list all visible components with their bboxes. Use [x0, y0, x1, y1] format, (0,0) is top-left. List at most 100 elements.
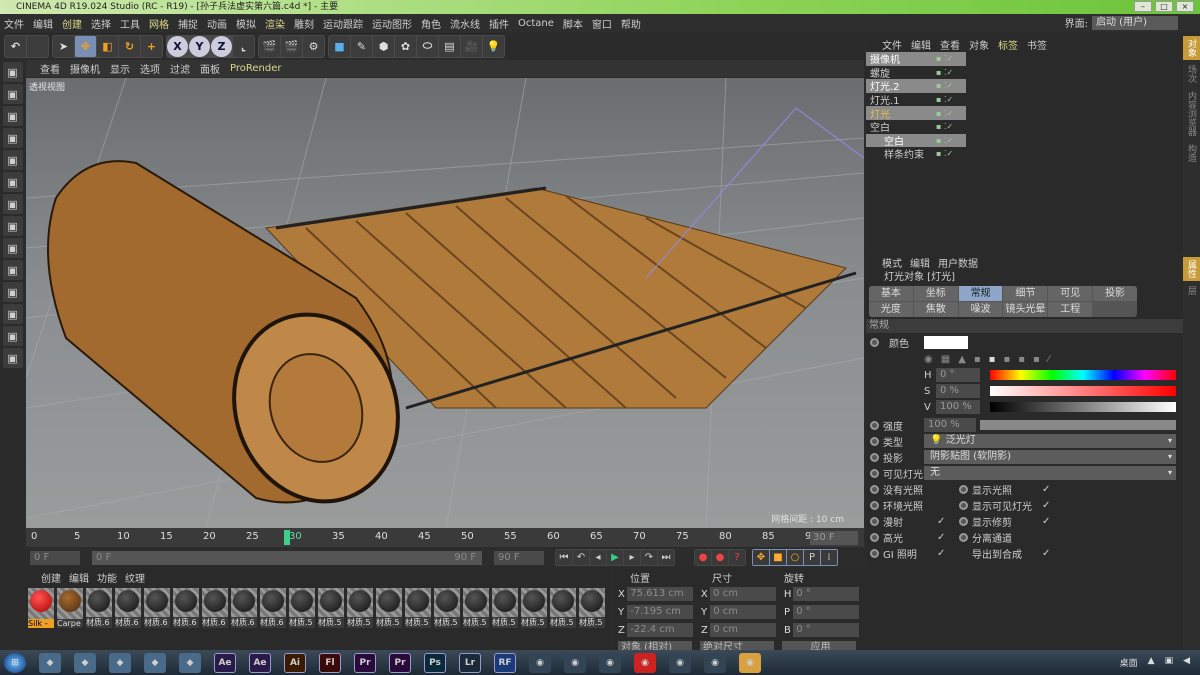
flag-anim-radio[interactable] — [870, 548, 879, 558]
menu-item[interactable]: 模拟 — [236, 16, 256, 31]
taskbar-app-pr[interactable]: Pr — [354, 652, 376, 673]
viewport-menu-item[interactable]: ProRender — [230, 63, 281, 74]
color-swatch[interactable] — [924, 335, 968, 349]
flag-checkbox[interactable]: ✓ — [937, 532, 955, 543]
rotation-field[interactable]: 0 ° — [793, 623, 859, 637]
flag-checkbox[interactable]: ✓ — [937, 548, 955, 559]
material-swatch[interactable]: 材质.5 — [550, 588, 576, 628]
hsv-icon[interactable]: ▪ — [989, 354, 996, 365]
size-field[interactable]: 0 cm — [710, 587, 776, 601]
viewport-menu-item[interactable]: 过滤 — [170, 61, 190, 76]
material-menu-item[interactable]: 纹理 — [125, 570, 145, 585]
rotation-field[interactable]: 0 ° — [793, 605, 859, 619]
desktop-label[interactable]: 桌面 — [1120, 656, 1138, 669]
next-key-icon[interactable]: ↷ — [641, 550, 657, 565]
material-swatch[interactable]: 材质.5 — [318, 588, 344, 628]
flag-checkbox[interactable]: ✓ — [1042, 516, 1050, 527]
menu-item[interactable]: 网格 — [149, 16, 169, 31]
object-menu-item[interactable]: 文件 — [882, 37, 902, 52]
material-menu-item[interactable]: 功能 — [97, 570, 117, 585]
visibility-toggle-icon[interactable]: ▪ ⁚✓ — [936, 136, 966, 145]
attribute-tab[interactable]: 细节 — [1003, 286, 1048, 301]
attribute-menu-item[interactable]: 用户数据 — [938, 255, 978, 270]
object-menu-item[interactable]: 书签 — [1027, 37, 1047, 52]
range-slider[interactable]: 0 F 90 F — [92, 551, 482, 565]
add-icon[interactable]: + — [141, 35, 162, 57]
paint-icon[interactable]: ▣ — [2, 282, 23, 302]
intensity-slider[interactable] — [980, 420, 1176, 430]
position-field[interactable]: -7.195 cm — [627, 605, 693, 619]
object-row[interactable]: 样条约束 ▪ ⁚✓ — [866, 147, 966, 161]
key-scale-icon[interactable]: ■ — [770, 550, 786, 565]
undo-icon[interactable]: ↶ — [5, 35, 26, 57]
side-tab[interactable]: 内容浏览器 — [1183, 88, 1200, 139]
visibility-toggle-icon[interactable]: ▪ ⁚✓ — [936, 68, 966, 77]
render-view-icon[interactable]: 🎬 — [259, 35, 280, 57]
cloner-icon[interactable]: ✿ — [395, 35, 416, 57]
viewport-menu-item[interactable]: 选项 — [140, 61, 160, 76]
mixer-icon[interactable]: ▪ — [1018, 354, 1025, 365]
menu-item[interactable]: 编辑 — [33, 16, 53, 31]
color-anim-radio[interactable] — [870, 337, 879, 347]
menu-item[interactable]: 脚本 — [563, 16, 583, 31]
key-pla-icon[interactable]: ⁞ — [821, 550, 837, 565]
key-rotation-icon[interactable]: ○ — [787, 550, 803, 565]
flag-anim-radio[interactable] — [870, 516, 879, 526]
shadow-dropdown[interactable]: 阴影贴图 (软阴影) — [924, 450, 1176, 464]
start-frame-field[interactable]: 0 F — [30, 551, 80, 565]
object-menu-item[interactable]: 标签 — [998, 37, 1018, 52]
go-start-icon[interactable]: ⏮ — [556, 550, 572, 565]
hsv-field[interactable]: 0 ° — [936, 368, 980, 382]
material-swatch[interactable]: 材质.6 — [231, 588, 257, 628]
position-field[interactable]: 75.613 cm — [627, 587, 693, 601]
object-row[interactable]: 螺旋 ▪ ⁚✓ — [866, 66, 966, 80]
object-row[interactable]: 灯光.2 ▪ ⁚✓ — [866, 79, 966, 93]
menu-item[interactable]: 帮助 — [621, 16, 641, 31]
flag-anim-radio[interactable] — [959, 500, 968, 510]
object-row[interactable]: 空白 ▪ ⁚✓ — [866, 133, 966, 148]
cloud-app-icon[interactable]: ◆ — [179, 652, 201, 673]
sculpt-icon[interactable]: ▣ — [2, 348, 23, 368]
attribute-tab[interactable]: 镜头光晕 — [1003, 302, 1048, 317]
material-menu-item[interactable]: 创建 — [41, 570, 61, 585]
rotation-field[interactable]: 0 ° — [793, 587, 859, 601]
hsv-field[interactable]: 0 % — [936, 384, 980, 398]
select-icon[interactable]: ➤ — [53, 35, 74, 57]
kelvin-icon[interactable]: ▪ — [1003, 354, 1010, 365]
object-row[interactable]: 灯光 ▪ ⁚✓ — [866, 106, 966, 121]
maximize-button[interactable]: □ — [1155, 1, 1173, 12]
file-manager-icon[interactable]: ◉ — [669, 652, 691, 673]
snap-icon[interactable]: ▣ — [2, 260, 23, 280]
material-swatch[interactable]: 材质.6 — [202, 588, 228, 628]
coordinate-system-icon[interactable]: ⌞ — [233, 35, 254, 57]
hsv-slider[interactable] — [990, 386, 1176, 396]
youdao-icon[interactable]: ◉ — [634, 652, 656, 673]
grid-workplane-icon[interactable]: ▣ — [2, 326, 23, 346]
attribute-tab[interactable]: 坐标 — [913, 286, 958, 301]
material-swatch[interactable]: 材质.5 — [463, 588, 489, 628]
points-mode-icon[interactable]: ▣ — [2, 150, 23, 170]
rgb-icon[interactable]: ▪ — [974, 354, 981, 365]
taskbar-app-pr[interactable]: Pr — [389, 652, 411, 673]
flag-checkbox[interactable]: ✓ — [1042, 500, 1050, 511]
visibility-toggle-icon[interactable]: ▪ ⁚✓ — [936, 149, 966, 158]
menu-item[interactable]: 角色 — [421, 16, 441, 31]
pen-icon[interactable]: ✎ — [351, 35, 372, 57]
flag-checkbox[interactable]: ✓ — [1042, 484, 1050, 495]
position-field[interactable]: -22.4 cm — [627, 623, 693, 637]
object-menu-item[interactable]: 查看 — [940, 37, 960, 52]
viewport[interactable]: 透视视图 网格间距 : 10 cm — [26, 78, 864, 528]
tweak-mode-icon[interactable]: ▣ — [2, 238, 23, 258]
layout-selector[interactable]: 界面: 启动 (用户) — [1065, 15, 1178, 30]
material-swatch[interactable]: Carpe — [57, 588, 83, 628]
attribute-tab[interactable]: 可见 — [1048, 286, 1093, 301]
material-swatch[interactable]: 材质.6 — [144, 588, 170, 628]
viewport-menu-item[interactable]: 摄像机 — [70, 61, 100, 76]
star-app-icon[interactable]: ◆ — [109, 652, 131, 673]
hsv-field[interactable]: 100 % — [936, 400, 980, 414]
network-icon[interactable]: ▣ — [1165, 656, 1174, 669]
side-tab[interactable]: 层 — [1183, 283, 1200, 298]
material-swatch[interactable]: 材质.5 — [521, 588, 547, 628]
key-param-icon[interactable]: P — [804, 550, 820, 565]
autokey-icon[interactable]: ● — [712, 550, 728, 565]
